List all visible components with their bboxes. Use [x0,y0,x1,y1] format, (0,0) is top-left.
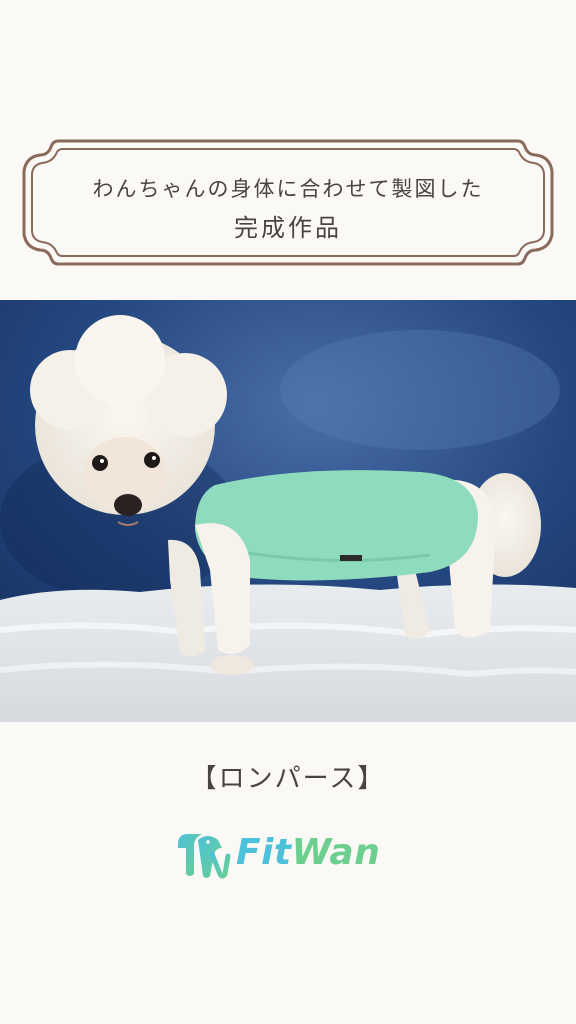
product-photo [0,300,576,722]
brand-wan: Wan [291,832,381,873]
brand-wordmark: FitWan [236,832,380,873]
poodle-in-romper-photo [0,300,576,722]
fitwan-dog-icon [178,834,231,879]
brand-fit: Fit [236,832,292,873]
product-name: 【ロンパース】 [190,764,386,794]
fitwan-logo[interactable]: FitWan [172,826,412,886]
heading-frame: わんちゃんの身体に合わせて製図した 完成作品 [18,135,558,270]
heading-subtitle: 完成作品 [234,214,342,242]
heading-title: わんちゃんの身体に合わせて製図した [92,177,484,201]
